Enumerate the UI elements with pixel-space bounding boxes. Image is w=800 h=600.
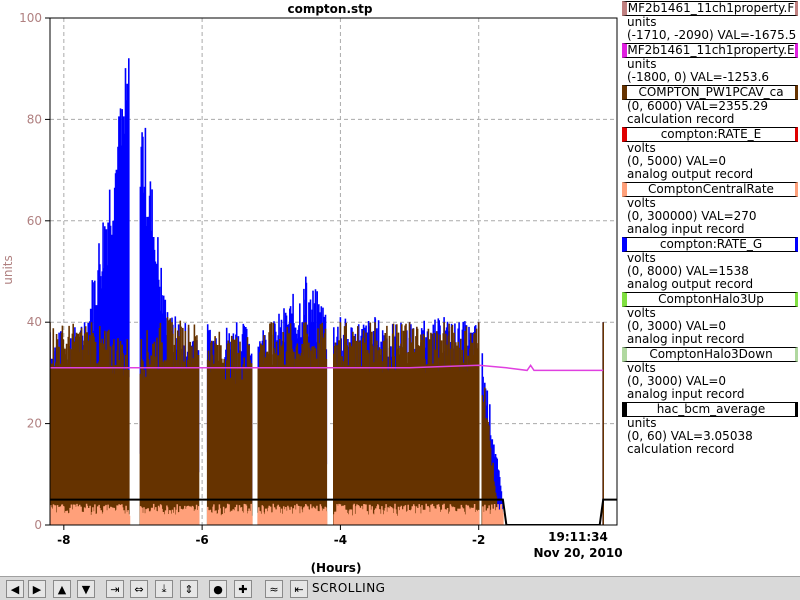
legend-entry[interactable]: ComptonHalo3Down volts (0, 3000) VAL=0 anal… xyxy=(622,347,800,401)
legend-name: ComptonHalo3Down xyxy=(622,347,798,362)
current-date-label: Nov 20, 2010 xyxy=(533,546,622,560)
pan-right-button[interactable]: ▶ xyxy=(28,580,46,598)
legend-entry[interactable]: hac_bcm_average units (0, 60) VAL=3.05038 c… xyxy=(622,402,800,456)
legend-range: (-1800, 0) VAL=-1253.6 xyxy=(627,70,770,84)
legend-name: MF2b1461_11ch1property.E xyxy=(622,43,798,58)
legend-entry[interactable]: compton:RATE_G volts (0, 8000) VAL=1538 ana… xyxy=(622,237,800,291)
zoom-in-x-button[interactable]: ⇥ xyxy=(106,580,124,598)
legend-name: ComptonHalo3Up xyxy=(622,292,798,307)
zoom-out-x-button[interactable]: ⇔ xyxy=(130,580,148,598)
x-tick-label: -6 xyxy=(195,533,208,547)
legend-entry[interactable]: MF2b1461_11ch1property.E units (-1800, 0) … xyxy=(622,43,800,84)
pan-left-button[interactable]: ◀ xyxy=(6,580,24,598)
legend-entry[interactable]: ComptonHalo3Up volts (0, 3000) VAL=0 analog… xyxy=(622,292,800,346)
zoom-in-x-icon: ⇥ xyxy=(110,582,120,596)
chart-title: compton.stp xyxy=(287,2,372,16)
legend-type: calculation record xyxy=(627,442,735,456)
wave-icon: ≈ xyxy=(269,582,279,596)
legend-entry[interactable]: COMPTON_PW1PCAV_ca (0, 6000) VAL=2355.29 c… xyxy=(622,85,800,126)
y-axis: 0 20 40 60 80 100 xyxy=(19,11,50,532)
x-axis: -8 -6 -4 -2 xyxy=(57,525,485,547)
pan-up-button[interactable]: ▲ xyxy=(53,580,71,598)
circle-icon: ● xyxy=(213,582,223,596)
arrow-up-icon: ▲ xyxy=(57,582,67,596)
x-tick-label: -2 xyxy=(472,533,485,547)
zoom-in-y-button[interactable]: ⤓ xyxy=(155,580,173,598)
x-axis-label: (Hours) xyxy=(311,561,362,575)
legend-entry[interactable]: compton:RATE_E volts (0, 5000) VAL=0 analog… xyxy=(622,127,800,181)
legend-type: analog output record xyxy=(627,167,754,181)
zoom-out-y-icon: ⇕ xyxy=(184,582,194,596)
legend-name: hac_bcm_average xyxy=(622,402,798,417)
legend-name: MF2b1461_11ch1property.F xyxy=(622,1,798,16)
legend-type: analog input record xyxy=(627,332,745,346)
x-tick-label: -4 xyxy=(334,533,347,547)
legend-name: compton:RATE_E xyxy=(622,127,798,142)
y-tick-label: 0 xyxy=(34,518,42,532)
legend-type: analog output record xyxy=(627,277,754,291)
legend-entry[interactable]: ComptonCentralRate volts (0, 300000) VAL=2… xyxy=(622,182,800,236)
legend-entry[interactable]: MF2b1461_11ch1property.F units (-1710, -20… xyxy=(622,1,800,42)
reset-button[interactable]: ✚ xyxy=(234,580,252,598)
scroll-button[interactable]: ⇤ xyxy=(290,580,308,598)
legend-name: compton:RATE_G xyxy=(622,237,798,252)
auto-scale-button[interactable]: ● xyxy=(209,580,227,598)
zoom-out-x-icon: ⇔ xyxy=(134,582,144,596)
y-tick-label: 80 xyxy=(27,112,42,126)
scroll-icon: ⇤ xyxy=(294,582,304,596)
current-time-label: 19:11:34 xyxy=(548,530,608,544)
chart[interactable]: 020406080100 -8 -6 -4 -2 compton.stp units … xyxy=(0,0,622,576)
arrow-down-icon: ▼ xyxy=(81,582,91,596)
x-tick-label: -8 xyxy=(57,533,70,547)
legend-range: (-1710, -2090) VAL=-1675.5 xyxy=(627,28,797,42)
arrow-left-icon: ◀ xyxy=(10,582,20,596)
legend-type: analog input record xyxy=(627,387,745,401)
y-tick-label: 20 xyxy=(27,417,42,431)
legend-name: COMPTON_PW1PCAV_ca xyxy=(622,85,798,100)
legend-name: ComptonCentralRate xyxy=(622,182,798,197)
fit-button[interactable]: ≈ xyxy=(265,580,283,598)
y-axis-label: units xyxy=(1,255,15,285)
legend: MF2b1461_11ch1property.F units (-1710, -20… xyxy=(622,0,800,456)
toolbar: ◀ ▶ ▲ ▼ ⇥ ⇔ ⤓ ⇕ ● ✚ ≈ ⇤ SCROLLING xyxy=(0,576,800,600)
zoom-out-y-button[interactable]: ⇕ xyxy=(180,580,198,598)
arrow-right-icon: ▶ xyxy=(32,582,42,596)
y-tick-label: 40 xyxy=(27,315,42,329)
legend-type: analog input record xyxy=(627,222,745,236)
pan-down-button[interactable]: ▼ xyxy=(77,580,95,598)
plus-icon: ✚ xyxy=(238,582,248,596)
legend-type: calculation record xyxy=(627,112,735,126)
mode-status: SCROLLING xyxy=(312,581,386,595)
y-tick-label: 60 xyxy=(27,214,42,228)
zoom-in-y-icon: ⤓ xyxy=(161,582,167,595)
y-tick-label: 100 xyxy=(19,11,42,25)
